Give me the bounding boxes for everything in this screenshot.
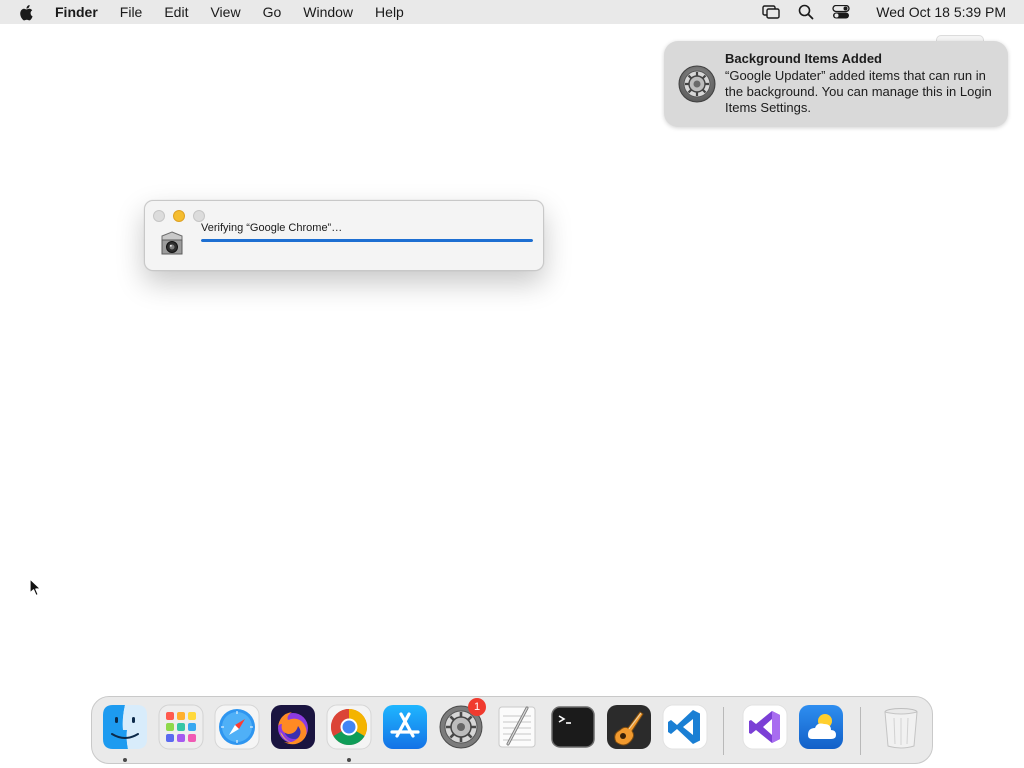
menu-edit[interactable]: Edit (153, 0, 199, 24)
window-zoom-button[interactable] (193, 210, 205, 222)
dock-app-store[interactable] (382, 704, 428, 750)
window-close-button[interactable] (153, 210, 165, 222)
system-settings-icon (677, 64, 717, 104)
notification-banner[interactable]: Background Items Added “Google Updater” … (664, 41, 1008, 127)
verify-progress-fill (201, 239, 533, 242)
launchpad-icon (158, 704, 204, 750)
menu-file[interactable]: File (109, 0, 154, 24)
dock-textedit[interactable] (494, 704, 540, 750)
dock-vscode[interactable] (662, 704, 708, 750)
menu-view[interactable]: View (199, 0, 251, 24)
window-minimize-button[interactable] (173, 210, 185, 222)
firefox-icon (271, 705, 315, 749)
notification-title: Background Items Added (725, 51, 882, 66)
chrome-icon (326, 704, 372, 750)
menu-go[interactable]: Go (252, 0, 293, 24)
menu-help[interactable]: Help (364, 0, 415, 24)
visual-studio-icon (742, 704, 788, 750)
dock-terminal[interactable] (550, 704, 596, 750)
mouse-cursor-icon (29, 578, 43, 598)
verify-progress-bar (201, 239, 533, 242)
safari-icon (214, 704, 260, 750)
dock-finder[interactable] (102, 704, 148, 750)
dock-trash[interactable] (878, 704, 924, 750)
gatekeeper-icon (158, 230, 186, 258)
dock-launchpad[interactable] (158, 704, 204, 750)
dock-safari[interactable] (214, 704, 260, 750)
screen-mirroring-icon[interactable] (761, 4, 781, 20)
textedit-icon (498, 706, 536, 748)
trash-icon (884, 708, 918, 749)
notification-badge: 1 (468, 698, 486, 716)
dock-garageband[interactable] (606, 704, 652, 750)
garageband-icon (607, 705, 651, 749)
dock-system-settings[interactable]: 1 (438, 698, 486, 750)
menu-bar: Finder File Edit View Go Window Help Wed… (0, 0, 1024, 24)
weather-icon (799, 705, 843, 749)
dock-separator (860, 707, 861, 755)
menu-window[interactable]: Window (292, 0, 364, 24)
app-store-icon (383, 705, 427, 749)
vscode-icon (662, 704, 708, 750)
dock-firefox[interactable] (270, 704, 316, 750)
dock-separator (723, 707, 724, 755)
dock-chrome[interactable] (326, 704, 372, 750)
chrome-running-indicator (347, 758, 351, 762)
menu-clock[interactable]: Wed Oct 18 5:39 PM (876, 4, 1006, 20)
terminal-icon (551, 706, 595, 748)
finder-icon (103, 705, 147, 749)
control-center-icon[interactable] (831, 4, 851, 20)
finder-running-indicator (123, 758, 127, 762)
spotlight-search-icon[interactable] (796, 4, 816, 20)
verifying-label: Verifying “Google Chrome”… (201, 222, 343, 234)
menu-app-name[interactable]: Finder (55, 0, 109, 24)
dock-weather[interactable] (798, 704, 844, 750)
apple-menu-icon[interactable] (19, 3, 35, 21)
dock: 1 (91, 696, 933, 764)
verifying-window[interactable]: Verifying “Google Chrome”… (144, 200, 544, 271)
notification-body: “Google Updater” added items that can ru… (725, 68, 992, 115)
dock-visual-studio[interactable] (742, 704, 788, 750)
